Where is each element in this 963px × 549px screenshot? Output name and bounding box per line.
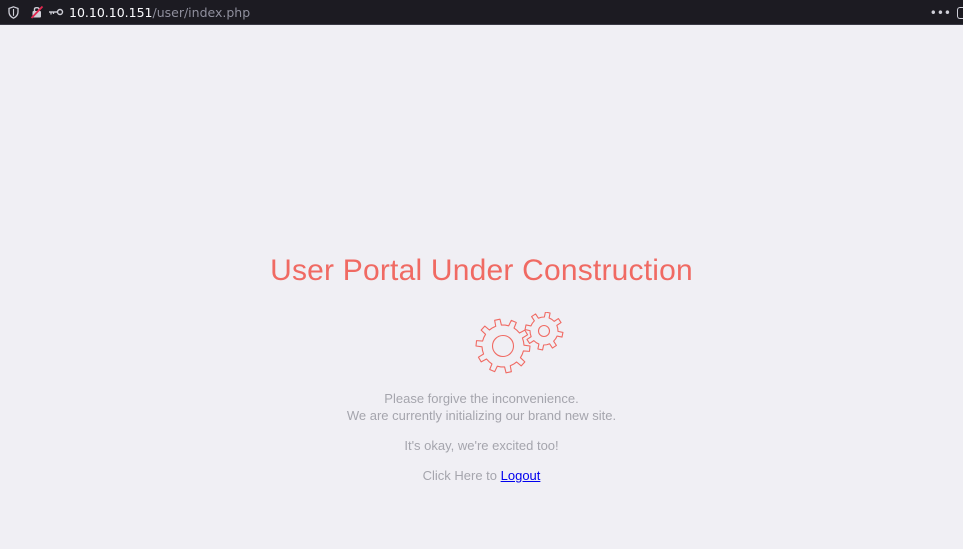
key-icon[interactable] <box>47 4 65 20</box>
browser-toolbar: 10.10.10.151/user/index.php ••• <box>0 0 963 25</box>
url-path: /user/index.php <box>152 4 251 20</box>
toolbar-right: ••• <box>930 0 963 25</box>
url-host: 10.10.10.151 <box>69 4 153 20</box>
logout-prefix: Click Here to <box>422 468 501 483</box>
more-icon[interactable]: ••• <box>930 6 951 20</box>
message-line-1: Please forgive the inconvenience. <box>384 391 579 406</box>
page-content: User Portal Under Construction Please fo… <box>0 26 963 549</box>
logout-link[interactable]: Logout <box>501 468 541 483</box>
gears-icon <box>475 312 564 374</box>
shield-icon[interactable] <box>6 4 20 20</box>
message-line-3: It's okay, we're excited too! <box>404 438 559 453</box>
address-bar-url[interactable]: 10.10.10.151/user/index.php <box>69 5 250 20</box>
message-line-2: We are currently initializing our brand … <box>346 408 617 423</box>
page-action-icon[interactable] <box>957 6 963 19</box>
logout-line: Click Here to Logout <box>0 468 963 483</box>
page-title: User Portal Under Construction <box>270 254 693 287</box>
insecure-lock-icon[interactable] <box>30 4 44 20</box>
